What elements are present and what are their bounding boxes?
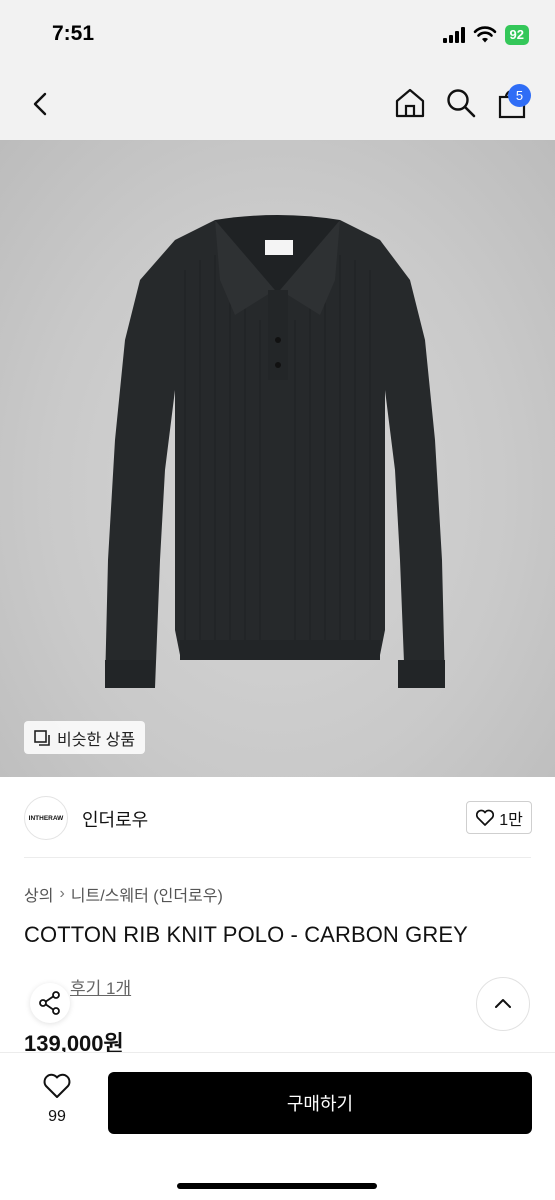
home-indicator — [177, 1183, 377, 1189]
share-icon — [39, 991, 60, 1015]
share-button[interactable] — [30, 983, 70, 1023]
wifi-icon — [473, 26, 496, 43]
buy-button[interactable]: 구매하기 — [108, 1072, 532, 1134]
breadcrumb: 상의 › 니트/스웨터 (인더로우) — [24, 882, 223, 906]
home-button[interactable] — [392, 85, 428, 121]
heart-icon — [43, 1073, 71, 1098]
product-image[interactable] — [0, 140, 555, 777]
status-icons: 92 — [442, 25, 529, 45]
battery-indicator: 92 — [504, 25, 529, 45]
heart-icon — [476, 809, 495, 826]
brand-logo[interactable]: INTHERAW — [24, 796, 68, 840]
sweater-image — [105, 215, 445, 688]
status-bar: 7:51 92 — [0, 0, 555, 68]
chevron-right-icon: › — [59, 885, 65, 902]
product-title: COTTON RIB KNIT POLO - CARBON GREY — [24, 922, 468, 947]
search-button[interactable] — [443, 85, 479, 121]
brand-like-count: 1만 — [499, 811, 523, 829]
home-icon — [395, 88, 425, 118]
similar-items-icon — [34, 729, 50, 746]
similar-products-button[interactable]: 비슷한 상품 — [24, 721, 146, 754]
wishlist-count: 99 — [48, 1108, 66, 1125]
breadcrumb-item-top[interactable]: 상의 — [24, 882, 53, 906]
divider — [24, 857, 531, 858]
chevron-up-icon — [495, 999, 511, 1008]
breadcrumb-item-knit[interactable]: 니트/스웨터 (인더로우) — [71, 882, 223, 906]
top-nav — [0, 68, 555, 140]
brand-name[interactable]: 인더로우 — [82, 806, 148, 832]
search-icon — [447, 89, 476, 118]
similar-products-label: 비슷한 상품 — [57, 731, 136, 749]
signal-icon — [442, 27, 465, 43]
scroll-top-button[interactable] — [476, 977, 530, 1031]
brand-like-button[interactable]: 1만 — [466, 801, 532, 834]
review-link[interactable]: 후기 1개 — [70, 974, 131, 999]
chevron-left-icon — [33, 92, 47, 116]
cart-count-badge: 5 — [508, 84, 531, 107]
back-button[interactable] — [22, 86, 58, 122]
status-time: 7:51 — [52, 22, 95, 45]
